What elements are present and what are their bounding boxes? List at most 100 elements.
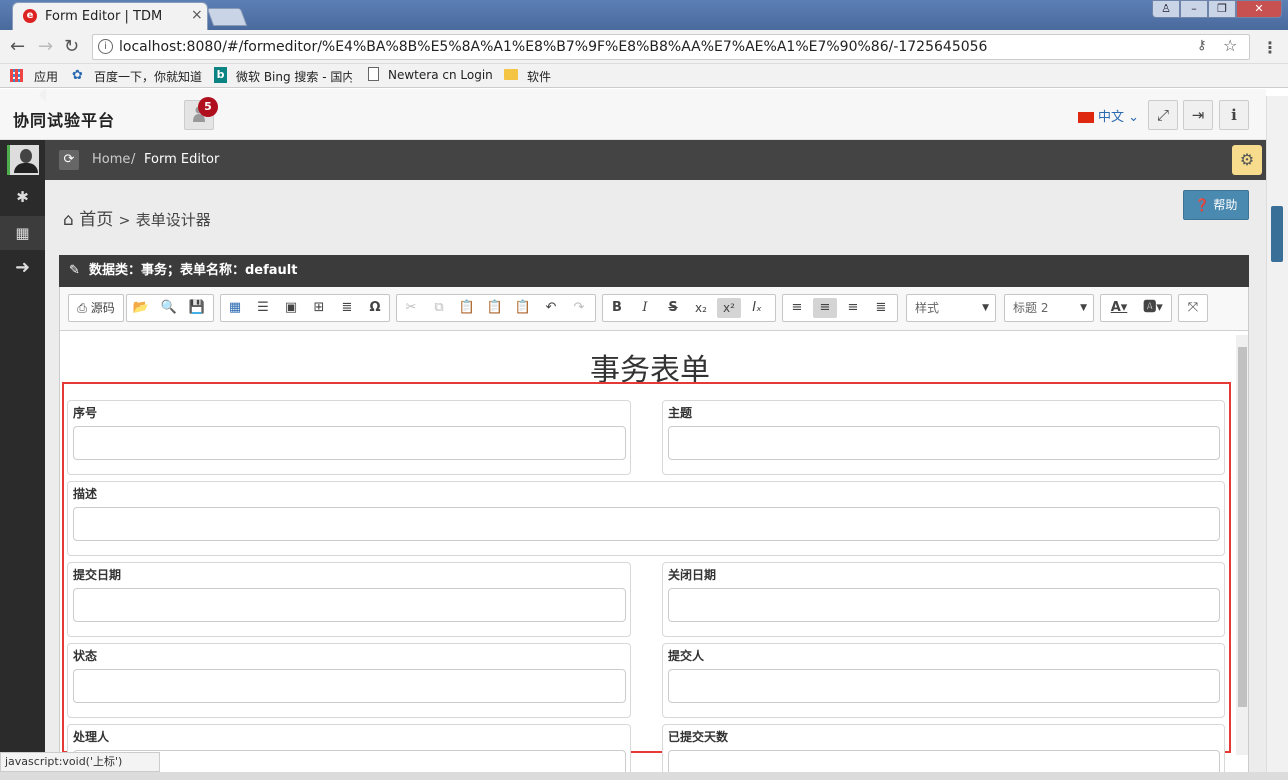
bookmark-bing[interactable]: 微软 Bing 搜索 - 国内: [236, 68, 352, 85]
browser-tab[interactable]: e Form Editor | TDM ×: [12, 2, 208, 30]
subscript-icon[interactable]: x₂: [689, 298, 713, 318]
breadcrumb-home[interactable]: Home: [92, 152, 130, 167]
notification-badge: 5: [198, 97, 218, 117]
avatar-face: [20, 149, 32, 163]
paste-icon[interactable]: 📋: [455, 298, 479, 318]
about-button[interactable]: i: [1219, 100, 1249, 130]
reload-icon[interactable]: ↻: [64, 36, 79, 57]
align-center-icon[interactable]: ≡: [813, 298, 837, 318]
home-link[interactable]: 首页: [79, 210, 113, 230]
main-content: ⌂ 首页 > 表单设计器 ❓ 帮助 ✎ 数据类：事务；表单名称：default …: [45, 180, 1266, 780]
field-input[interactable]: [73, 588, 626, 622]
align-right-icon[interactable]: ≡: [841, 298, 865, 318]
bug-icon[interactable]: ✱: [0, 180, 45, 214]
field-label: 描述: [73, 487, 98, 501]
list-icon[interactable]: ☰: [251, 298, 275, 318]
bookmark-apps[interactable]: 应用: [34, 68, 58, 85]
redo-icon[interactable]: ↷: [567, 298, 591, 318]
bookmark-newtera[interactable]: Newtera cn Login: [388, 68, 493, 82]
preview-icon[interactable]: 🔍: [157, 298, 181, 318]
superscript-icon[interactable]: x²: [717, 298, 741, 318]
window-close-icon[interactable]: ✕: [1236, 0, 1282, 18]
format-select[interactable]: 标题 2 ▼: [1004, 294, 1094, 322]
field-input[interactable]: [668, 588, 1220, 622]
text-color-icon[interactable]: A▾: [1103, 298, 1135, 318]
refresh-icon[interactable]: ⟳: [59, 150, 79, 170]
gear-icon[interactable]: ⚙: [1232, 145, 1262, 175]
save-icon[interactable]: 💾: [185, 298, 209, 318]
logout-icon: ⇥: [1191, 106, 1205, 124]
app-title: 协同试验平台: [13, 111, 116, 130]
new-tab-button[interactable]: [206, 8, 248, 26]
cut-icon[interactable]: ✂: [399, 298, 423, 318]
info-icon[interactable]: i: [98, 39, 113, 54]
field-input[interactable]: [73, 426, 626, 460]
image-icon[interactable]: ▣: [279, 298, 303, 318]
field-label: 序号: [73, 406, 98, 420]
horizontal-rule-icon[interactable]: ≣: [335, 298, 359, 318]
form-building-icon[interactable]: ▦: [0, 216, 45, 250]
editor-area[interactable]: 事务表单 序号 主题 描述 提交日期 关闭日期 状态 提交人 处理人 已提交天数: [60, 331, 1248, 780]
minimize-icon[interactable]: –: [1180, 0, 1208, 18]
undo-icon[interactable]: ↶: [539, 298, 563, 318]
forward-arrow-icon[interactable]: →: [38, 36, 53, 57]
field-label: 状态: [73, 649, 98, 663]
paste-text-icon[interactable]: 📋: [483, 298, 507, 318]
back-arrow-icon[interactable]: ←: [10, 36, 25, 57]
url-input[interactable]: i localhost:8080/#/formeditor/%E4%BA%8B%…: [92, 34, 1250, 60]
paste-word-icon[interactable]: 📋: [511, 298, 535, 318]
apps-grid-icon: [10, 69, 23, 82]
special-char-icon[interactable]: Ω: [363, 298, 387, 318]
help-button[interactable]: ❓ 帮助: [1183, 190, 1249, 220]
maximize-icon[interactable]: ⤧: [1181, 298, 1205, 318]
align-justify-icon[interactable]: ≣: [869, 298, 893, 318]
baidu-paw-icon: ✿: [72, 68, 83, 83]
open-folder-icon[interactable]: 📂: [129, 298, 153, 318]
bookmark-star-icon[interactable]: ☆: [1223, 36, 1237, 55]
url-text: localhost:8080/#/formeditor/%E4%BA%8B%E5…: [119, 39, 988, 55]
question-circle-icon: ❓: [1194, 198, 1210, 212]
table-icon[interactable]: ⊞: [307, 298, 331, 318]
field-input[interactable]: [73, 669, 626, 703]
editor-scrollbar-thumb[interactable]: [1238, 347, 1247, 707]
key-icon[interactable]: ⚷: [1197, 38, 1207, 53]
maximize-group: ⤧: [1178, 294, 1208, 322]
field-input[interactable]: [73, 507, 1220, 541]
page-scrollbar-thumb[interactable]: [1271, 206, 1283, 262]
restore-icon[interactable]: ❐: [1208, 0, 1236, 18]
user-profile-icon[interactable]: ♙: [1152, 0, 1180, 18]
fullscreen-button[interactable]: ⤢: [1148, 100, 1178, 130]
panel-title: 数据类：事务；表单名称：default: [88, 263, 298, 278]
copy-icon[interactable]: ⧉: [427, 298, 451, 318]
bold-icon[interactable]: B: [605, 298, 629, 318]
grid-icon[interactable]: ▦: [223, 298, 247, 318]
browser-tab-strip: e Form Editor | TDM × ♙ – ❐ ✕: [0, 0, 1288, 30]
style-select[interactable]: 样式 ▼: [906, 294, 996, 322]
bookmark-software[interactable]: 软件: [527, 68, 551, 85]
align-left-icon[interactable]: ≡: [785, 298, 809, 318]
taskbar-strip: [0, 772, 1288, 780]
tab-close-icon[interactable]: ×: [191, 7, 203, 23]
remove-format-icon[interactable]: Iₓ: [745, 298, 769, 318]
page-scrollbar[interactable]: [1266, 96, 1288, 780]
language-selector[interactable]: 中文 ⌄: [1078, 106, 1139, 125]
field-input[interactable]: [668, 426, 1220, 460]
field-row: 序号: [67, 400, 631, 475]
avatar[interactable]: [7, 145, 39, 175]
strikethrough-icon[interactable]: S: [661, 298, 685, 318]
browser-menu-icon[interactable]: ⋮: [1262, 38, 1278, 57]
source-button[interactable]: ⎙ 源码: [71, 298, 121, 318]
logout-button[interactable]: ⇥: [1183, 100, 1213, 130]
background-color-icon[interactable]: 🅰▾: [1137, 298, 1169, 318]
editor-scrollbar[interactable]: [1236, 335, 1248, 755]
bookmarks-bar: 应用 ✿ 百度一下，你就知道 b 微软 Bing 搜索 - 国内 Newtera…: [0, 64, 1288, 88]
arrow-circle-right-icon[interactable]: ➜: [0, 251, 45, 285]
field-input[interactable]: [668, 669, 1220, 703]
status-bar-url: javascript:void('上标'): [0, 752, 160, 772]
avatar-body: [14, 163, 38, 173]
expand-icon: ⤢: [1156, 106, 1169, 124]
bookmark-baidu[interactable]: 百度一下，你就知道: [94, 68, 206, 85]
china-flag-icon: [1078, 112, 1094, 123]
italic-icon[interactable]: I: [633, 298, 657, 318]
sidebar: ✱ ▦ ➜: [0, 140, 45, 780]
